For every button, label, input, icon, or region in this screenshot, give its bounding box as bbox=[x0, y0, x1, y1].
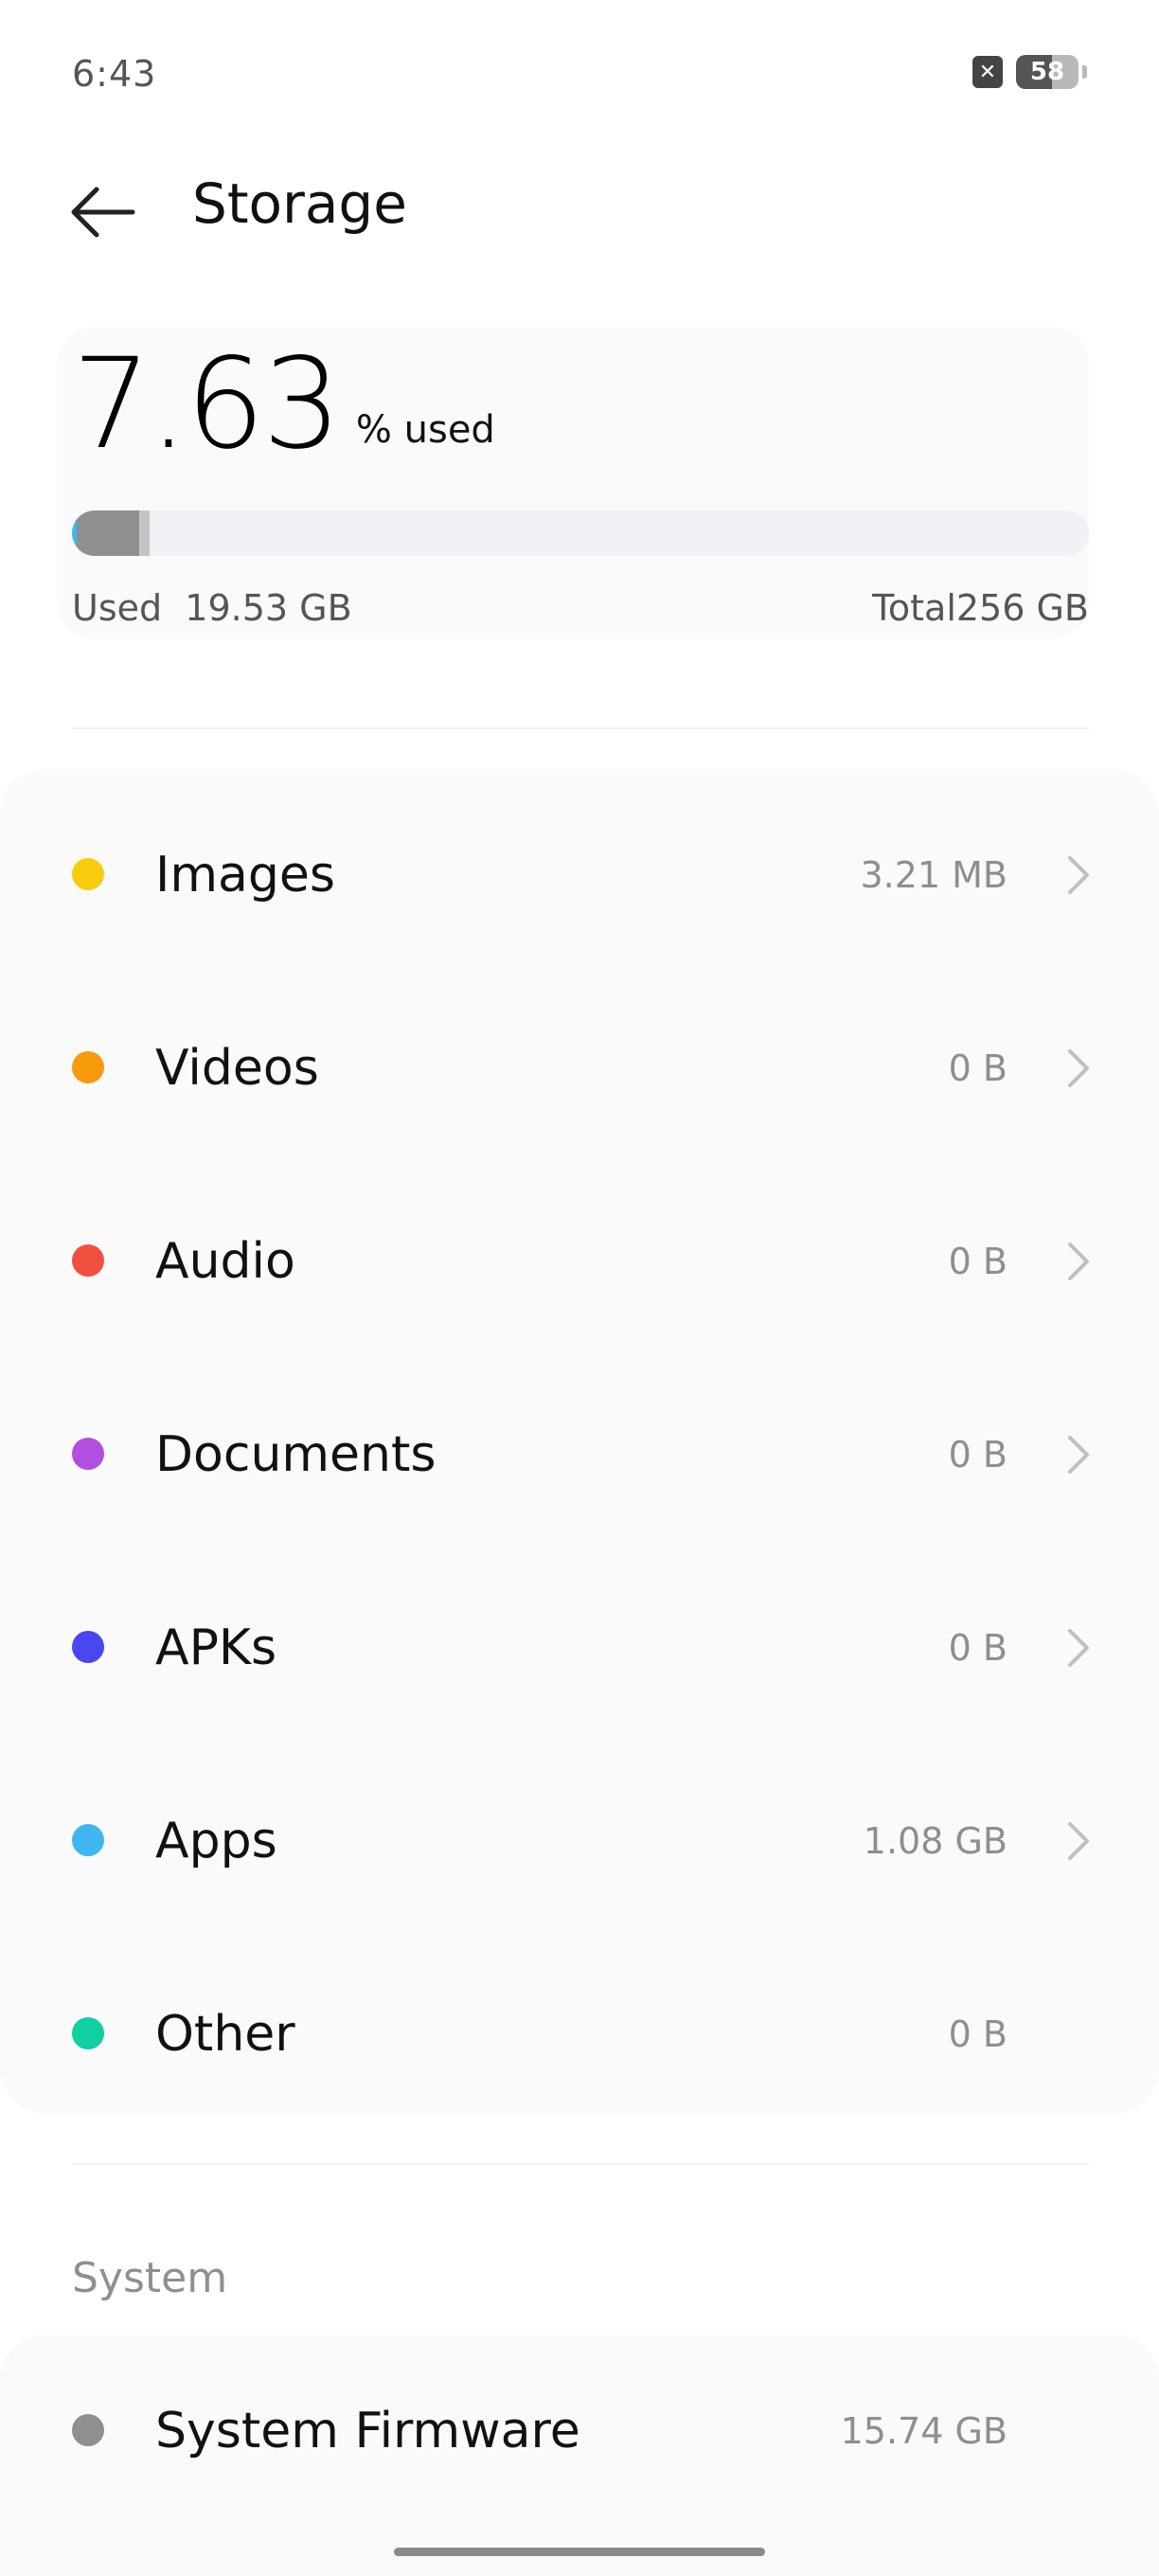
total-value: 256 GB bbox=[955, 587, 1089, 629]
chevron-right-icon bbox=[1068, 856, 1089, 894]
storage-usage-bar bbox=[72, 510, 1089, 556]
category-list: Images 3.21 MB Videos 0 B Audio 0 B Docu… bbox=[0, 769, 1159, 2114]
category-size: 3.21 MB bbox=[860, 854, 1007, 896]
status-icons: ✕ 58 bbox=[972, 55, 1087, 89]
total-info: Total256 GB bbox=[872, 587, 1089, 629]
category-label: Images bbox=[155, 847, 335, 903]
category-item-apks[interactable]: APKs 0 B bbox=[0, 1551, 1159, 1744]
status-bar: 6:43 ✕ 58 bbox=[0, 0, 1159, 142]
category-size: 0 B bbox=[948, 1047, 1007, 1089]
system-list: System Firmware 15.74 GB bbox=[0, 2334, 1159, 2576]
back-button[interactable] bbox=[57, 170, 148, 256]
chevron-right-icon bbox=[1068, 1629, 1089, 1667]
arrow-left-icon bbox=[71, 187, 135, 238]
system-item-firmware: System Firmware 15.74 GB bbox=[0, 2334, 1159, 2528]
status-time: 6:43 bbox=[72, 53, 157, 95]
category-color-dot bbox=[72, 1244, 104, 1277]
category-size: 0 B bbox=[948, 1434, 1007, 1476]
category-color-dot bbox=[72, 1824, 104, 1856]
category-size: 0 B bbox=[948, 1241, 1007, 1282]
battery-tip bbox=[1082, 65, 1087, 79]
category-color-dot bbox=[72, 2017, 104, 2049]
category-size: 1.08 GB bbox=[863, 1820, 1007, 1862]
battery-level: 58 bbox=[1029, 58, 1065, 86]
category-item-apps[interactable]: Apps 1.08 GB bbox=[0, 1744, 1159, 1938]
category-color-dot bbox=[72, 1631, 104, 1663]
used-info: Used 19.53 GB bbox=[72, 587, 352, 629]
chevron-right-icon bbox=[1068, 1436, 1089, 1474]
category-item-documents[interactable]: Documents 0 B bbox=[0, 1358, 1159, 1551]
navigation-handle[interactable] bbox=[394, 2548, 765, 2556]
divider bbox=[72, 2163, 1089, 2165]
section-title-system: System bbox=[72, 2254, 228, 2302]
no-sim-icon: ✕ bbox=[972, 56, 1003, 88]
category-label: Videos bbox=[155, 1040, 319, 1097]
system-color-dot bbox=[72, 2414, 104, 2446]
total-label: Total bbox=[872, 587, 956, 629]
category-color-dot bbox=[72, 858, 104, 890]
battery-icon: 58 bbox=[1016, 55, 1079, 89]
category-size: 0 B bbox=[948, 2013, 1007, 2055]
storage-summary: 7.63 % used Used 19.53 GB Total256 GB bbox=[57, 327, 1089, 639]
divider bbox=[72, 727, 1089, 729]
category-size: 0 B bbox=[948, 1627, 1007, 1669]
page-title: Storage bbox=[192, 171, 407, 236]
used-value: 19.53 GB bbox=[185, 587, 352, 629]
category-item-other: Other 0 B bbox=[0, 1938, 1159, 2131]
category-item-audio[interactable]: Audio 0 B bbox=[0, 1165, 1159, 1358]
category-label: Apps bbox=[155, 1813, 277, 1869]
category-label: Documents bbox=[155, 1426, 437, 1483]
category-label: Audio bbox=[155, 1233, 295, 1290]
usage-percent: 7.63 bbox=[72, 331, 342, 477]
category-label: APKs bbox=[155, 1619, 277, 1676]
category-item-videos[interactable]: Videos 0 B bbox=[0, 972, 1159, 1165]
chevron-right-icon bbox=[1068, 1822, 1089, 1860]
used-label: Used bbox=[72, 587, 163, 629]
system-size: 15.74 GB bbox=[840, 2410, 1007, 2452]
category-color-dot bbox=[72, 1051, 104, 1083]
storage-bar-segment-system bbox=[76, 510, 139, 556]
category-item-images[interactable]: Images 3.21 MB bbox=[0, 778, 1159, 972]
usage-percent-suffix: % used bbox=[355, 408, 495, 452]
system-label: System Firmware bbox=[155, 2403, 580, 2460]
category-color-dot bbox=[72, 1438, 104, 1470]
storage-bar-segment-other bbox=[138, 510, 150, 556]
chevron-right-icon bbox=[1068, 1243, 1089, 1280]
category-label: Other bbox=[155, 2006, 295, 2063]
chevron-right-icon bbox=[1068, 1049, 1089, 1087]
usage-percent-row: 7.63 % used bbox=[72, 338, 495, 471]
header: Storage bbox=[0, 152, 1159, 256]
screen: 6:43 ✕ 58 Storage 7.63 % used Used 19.53… bbox=[0, 0, 1159, 2576]
